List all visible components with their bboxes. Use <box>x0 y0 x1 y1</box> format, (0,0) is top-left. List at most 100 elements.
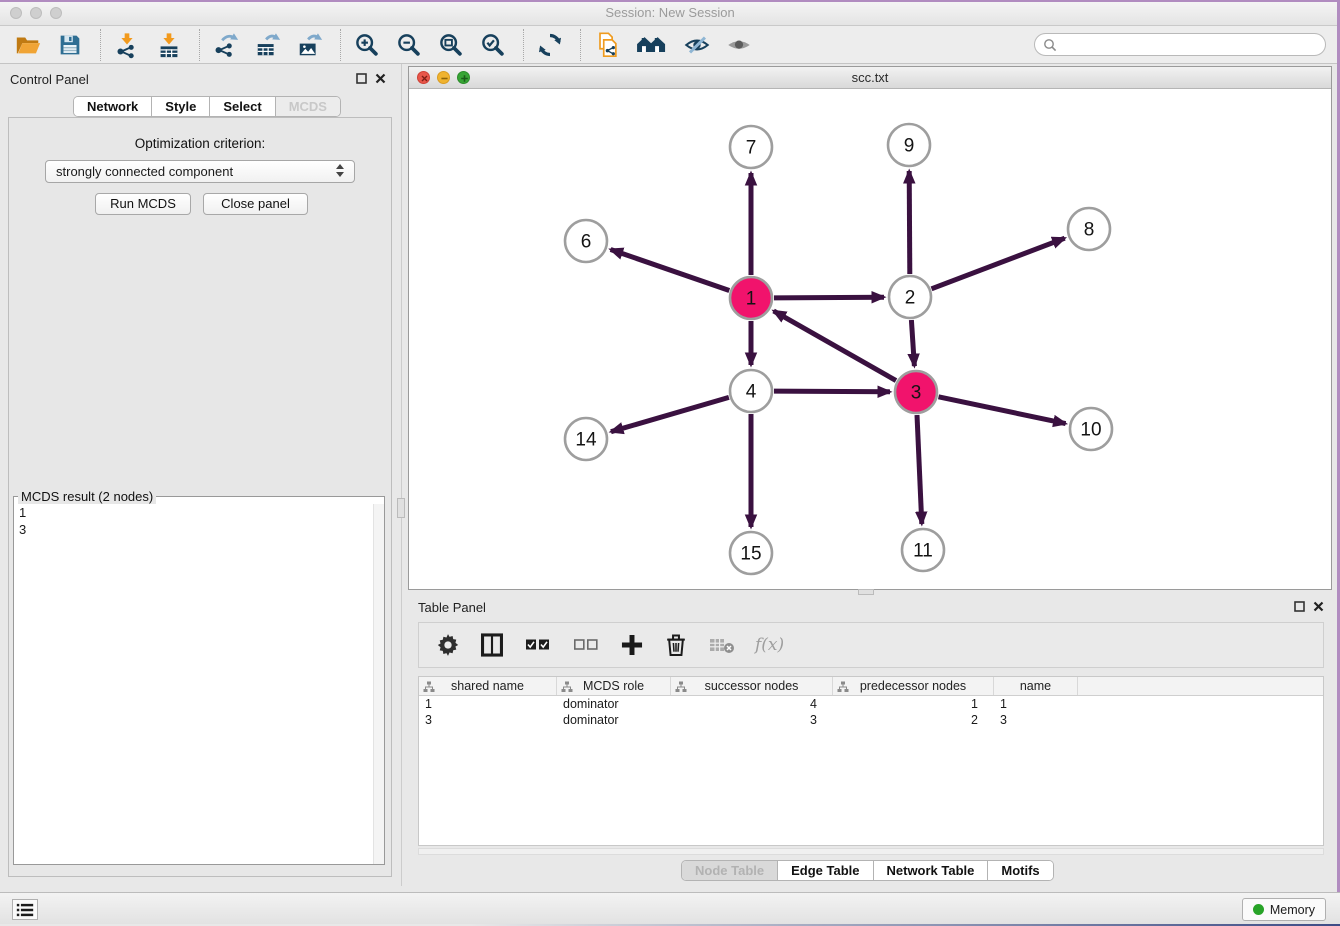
float-panel-icon[interactable] <box>356 73 367 84</box>
node-10[interactable]: 10 <box>1070 408 1112 450</box>
save-session-icon[interactable] <box>54 29 86 61</box>
network-window-titlebar[interactable]: scc.txt <box>409 67 1331 89</box>
node-table[interactable]: shared nameMCDS rolesuccessor nodesprede… <box>418 676 1324 846</box>
node-9[interactable]: 9 <box>888 124 930 166</box>
table-row[interactable]: 1dominator411 <box>419 696 1323 712</box>
column-header-MCDS-role[interactable]: MCDS role <box>557 677 671 695</box>
delete-column-trash-icon[interactable] <box>663 632 689 658</box>
close-table-panel-icon[interactable] <box>1313 601 1324 612</box>
node-2[interactable]: 2 <box>889 276 931 318</box>
edge-2-9[interactable] <box>909 171 910 274</box>
svg-text:15: 15 <box>740 544 761 565</box>
import-network-icon[interactable] <box>111 29 143 61</box>
node-4[interactable]: 4 <box>730 370 772 412</box>
mcds-result-item[interactable]: 1 <box>14 504 384 521</box>
node-6[interactable]: 6 <box>565 220 607 262</box>
column-header-successor-nodes[interactable]: successor nodes <box>671 677 833 695</box>
table-row[interactable]: 3dominator323 <box>419 712 1323 728</box>
zoom-fit-icon[interactable] <box>435 29 467 61</box>
memory-status-icon <box>1253 904 1264 915</box>
table-cell[interactable]: 2 <box>833 712 994 728</box>
node-3[interactable]: 3 <box>895 371 937 413</box>
node-1[interactable]: 1 <box>730 277 772 319</box>
export-table-icon[interactable] <box>252 29 284 61</box>
table-panel-title: Table Panel <box>418 600 486 615</box>
edge-2-3[interactable] <box>911 320 914 366</box>
svg-text:9: 9 <box>904 136 915 157</box>
desktop-edge <box>0 0 1340 2</box>
show-hide-details-icon[interactable] <box>681 29 713 61</box>
edge-1-6[interactable] <box>611 250 730 291</box>
tab-mcds[interactable]: MCDS <box>276 97 340 116</box>
table-cell[interactable]: 1 <box>419 696 557 712</box>
table-cell[interactable]: 3 <box>419 712 557 728</box>
svg-text:2: 2 <box>905 288 916 309</box>
mcds-result-list[interactable]: 13 <box>14 504 384 864</box>
vertical-splitter-grip[interactable] <box>397 498 405 518</box>
tab-select[interactable]: Select <box>210 97 275 116</box>
edge-4-3[interactable] <box>774 391 890 392</box>
table-tabs: Node TableEdge TableNetwork TableMotifs <box>681 860 1054 881</box>
select-all-rows-icon[interactable] <box>523 632 553 658</box>
node-11[interactable]: 11 <box>902 529 944 571</box>
close-panel-button[interactable]: Close panel <box>203 193 308 215</box>
toolbar-separator <box>199 29 200 61</box>
table-tab-motifs[interactable]: Motifs <box>988 861 1052 880</box>
table-cell[interactable]: 1 <box>994 696 1078 712</box>
edge-3-11[interactable] <box>917 415 922 524</box>
edge-2-8[interactable] <box>932 238 1065 289</box>
zoom-in-icon[interactable] <box>351 29 383 61</box>
table-tab-node-table[interactable]: Node Table <box>682 861 778 880</box>
table-tab-edge-table[interactable]: Edge Table <box>778 861 873 880</box>
create-column-plus-icon[interactable] <box>619 632 645 658</box>
node-7[interactable]: 7 <box>730 126 772 168</box>
column-header-name[interactable]: name <box>994 677 1078 695</box>
show-columns-icon[interactable] <box>479 632 505 658</box>
edge-3-10[interactable] <box>939 397 1066 424</box>
clone-network-icon[interactable] <box>591 29 623 61</box>
preview-eye-icon[interactable] <box>723 29 755 61</box>
tab-network[interactable]: Network <box>74 97 152 116</box>
close-panel-icon[interactable] <box>375 73 386 84</box>
horizontal-splitter-grip[interactable] <box>858 589 874 595</box>
table-cell[interactable]: dominator <box>557 712 671 728</box>
export-network-icon[interactable] <box>210 29 242 61</box>
criterion-dropdown[interactable]: strongly connected component <box>45 160 355 183</box>
memory-button[interactable]: Memory <box>1242 898 1326 921</box>
table-cell[interactable]: 3 <box>994 712 1078 728</box>
deselect-all-rows-icon[interactable] <box>571 632 601 658</box>
float-table-panel-icon[interactable] <box>1294 601 1305 612</box>
import-table-icon[interactable] <box>153 29 185 61</box>
node-14[interactable]: 14 <box>565 418 607 460</box>
task-history-icon[interactable] <box>12 899 38 920</box>
edge-3-1[interactable] <box>774 311 896 381</box>
network-canvas[interactable]: 7 9 6 8 1 2 4 3 14 10 15 11 <box>409 89 1331 589</box>
table-cell[interactable]: 4 <box>671 696 833 712</box>
edge-1-2[interactable] <box>774 297 884 298</box>
export-image-icon[interactable] <box>294 29 326 61</box>
edge-4-14[interactable] <box>611 397 729 431</box>
result-scrollbar[interactable] <box>373 504 384 864</box>
table-cell[interactable]: 3 <box>671 712 833 728</box>
column-header-predecessor-nodes[interactable]: predecessor nodes <box>833 677 994 695</box>
column-header-shared-name[interactable]: shared name <box>419 677 557 695</box>
run-mcds-button[interactable]: Run MCDS <box>95 193 191 215</box>
node-8[interactable]: 8 <box>1068 208 1110 250</box>
table-settings-gear-icon[interactable] <box>435 632 461 658</box>
svg-text:11: 11 <box>913 541 933 562</box>
mcds-result-item[interactable]: 3 <box>14 521 384 538</box>
toolbar-separator <box>580 29 581 61</box>
network-graph[interactable]: 7 9 6 8 1 2 4 3 14 10 15 11 <box>409 89 1331 589</box>
zoom-out-icon[interactable] <box>393 29 425 61</box>
refresh-icon[interactable] <box>534 29 566 61</box>
table-horizontal-scrollbar[interactable] <box>418 848 1324 855</box>
zoom-selected-icon[interactable] <box>477 29 509 61</box>
node-15[interactable]: 15 <box>730 532 772 574</box>
home-networks-icon[interactable] <box>633 29 671 61</box>
table-tab-network-table[interactable]: Network Table <box>874 861 989 880</box>
tab-style[interactable]: Style <box>152 97 210 116</box>
search-input[interactable] <box>1063 35 1313 54</box>
open-session-icon[interactable] <box>12 29 44 61</box>
table-cell[interactable]: dominator <box>557 696 671 712</box>
table-cell[interactable]: 1 <box>833 696 994 712</box>
